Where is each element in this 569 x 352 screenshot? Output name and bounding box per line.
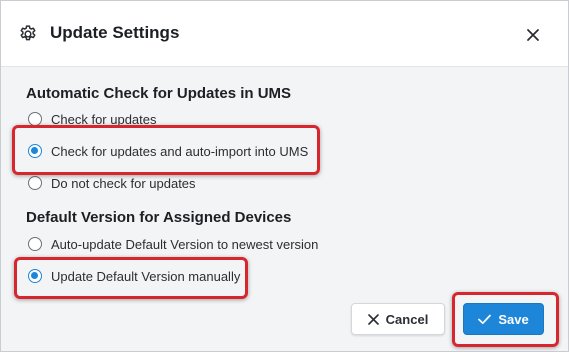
radio-auto-update-default-version[interactable]: Auto-update Default Version to newest ve… (28, 235, 318, 253)
section-title-automatic-check: Automatic Check for Updates in UMS (26, 85, 292, 102)
radio-check-for-updates[interactable]: Check for updates (28, 110, 157, 128)
radio-update-manually[interactable]: Update Default Version manually (28, 267, 240, 285)
gear-icon (20, 25, 36, 41)
radio-button[interactable] (28, 112, 42, 126)
cancel-button[interactable]: Cancel (351, 303, 445, 335)
radio-check-and-auto-import[interactable]: Check for updates and auto-import into U… (28, 142, 308, 160)
save-button[interactable]: Save (463, 303, 544, 335)
dialog-header: Update Settings (1, 1, 568, 67)
radio-label: Update Default Version manually (51, 268, 241, 284)
radio-button[interactable] (28, 176, 42, 190)
radio-label: Check for updates and auto-import into U… (51, 143, 309, 159)
update-settings-dialog: Update Settings Automatic Check for Upda… (0, 0, 569, 352)
close-icon[interactable] (523, 25, 543, 45)
dialog-title: Update Settings (50, 23, 180, 42)
radio-button-selected[interactable] (28, 269, 42, 283)
section-title-default-version: Default Version for Assigned Devices (26, 209, 292, 226)
radio-label: Check for updates (51, 111, 157, 127)
checkmark-icon (478, 314, 492, 324)
radio-button[interactable] (28, 237, 42, 251)
cancel-button-label: Cancel (385, 311, 429, 327)
save-button-label: Save (498, 311, 529, 327)
radio-label: Auto-update Default Version to newest ve… (51, 236, 319, 252)
radio-button-selected[interactable] (28, 144, 42, 158)
radio-do-not-check[interactable]: Do not check for updates (28, 174, 196, 192)
close-icon (367, 313, 379, 325)
radio-label: Do not check for updates (51, 175, 196, 191)
